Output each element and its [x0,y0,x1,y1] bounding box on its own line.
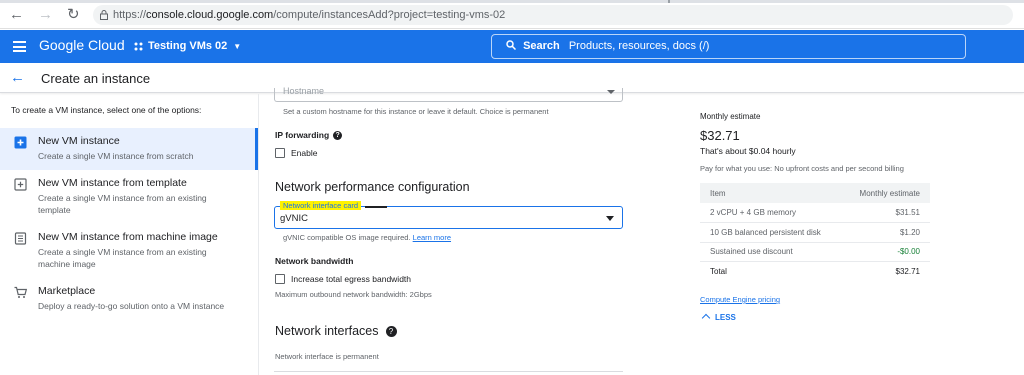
back-arrow-icon[interactable]: ← [10,69,25,86]
option-vm-from-machine-image[interactable]: New VM instance from machine image Creat… [0,224,258,274]
menu-icon[interactable] [13,41,26,52]
ip-forwarding-label: IP forwarding? [275,130,343,141]
search-placeholder: Products, resources, docs (/) [568,40,710,52]
nic-floating-label: Network interface card [280,201,362,210]
option-title: New VM instance from template [38,177,187,189]
item-cell: 2 vCPU + 4 GB memory [700,203,843,223]
column-header: Item [700,183,843,203]
dropdown-arrow-icon [606,216,614,221]
cost-cell: $1.20 [842,222,930,243]
nic-selected-value: gVNIC [280,213,308,224]
option-title: New VM instance [38,135,120,147]
search-label: Search [523,40,560,52]
app-bar: Google Cloud Testing VMs 02 ▼ Search Pro… [0,30,1024,63]
browser-forward-icon[interactable]: → [38,7,53,22]
network-interface-card-select[interactable]: Network interface card gVNIC [274,201,623,229]
help-icon[interactable]: ? [385,326,397,338]
network-interfaces-title-text: Network interfaces [275,324,379,338]
help-icon[interactable]: ? [333,131,343,141]
compute-engine-pricing-link[interactable]: Compute Engine pricing [700,295,780,304]
hostname-placeholder: Hostname [283,86,325,96]
cost-cell: -$0.00 [842,242,930,262]
tab-divider [668,0,670,3]
total-value: $32.71 [895,267,920,276]
bandwidth-hint: Maximum outbound network bandwidth: 2Gbp… [275,290,432,299]
option-desc: Deploy a ready-to-go solution onto a VM … [38,301,225,311]
option-vm-from-template[interactable]: New VM instance from template Create a s… [0,170,258,220]
url-host: console.cloud.google.com [146,9,274,21]
estimate-title: Monthly estimate [700,112,761,121]
egress-bandwidth-checkbox[interactable] [275,274,285,284]
total-label: Total [710,267,727,276]
ip-forwarding-checkbox-label[interactable]: Enable [291,148,317,158]
egress-bandwidth-checkbox-label[interactable]: Increase total egress bandwidth [291,274,411,284]
network-interfaces-title: Network interfaces? [275,324,397,338]
address-bar[interactable]: https://console.cloud.google.com/compute… [93,5,1013,25]
url-path: /compute/instancesAdd?project=testing-vm… [273,9,506,21]
ip-forwarding-label-text: IP forwarding [275,130,330,140]
table-row: Sustained use discount -$0.00 [700,242,930,262]
item-cell: Sustained use discount [700,242,843,262]
creation-options-panel: To create a VM instance, select one of t… [0,94,259,375]
network-bandwidth-label: Network bandwidth [275,256,354,266]
url-prefix: https:// [113,9,147,21]
browser-reload-icon[interactable]: ↻ [67,7,80,22]
option-desc: Create a single VM instance from scratch [38,151,194,161]
project-icon [134,42,143,50]
template-icon [14,178,27,191]
option-desc: Create a single VM instance from an exis… [38,193,207,215]
total-row: Total $32.71 [700,262,930,282]
page-title: Create an instance [41,71,151,86]
options-intro: To create a VM instance, select one of t… [11,105,202,115]
divider [274,371,623,372]
instance-form: Hostname Set a custom hostname for this … [274,86,634,375]
billing-note: Pay for what you use: No upfront costs a… [700,164,904,173]
project-name: Testing VMs 02 [148,40,228,52]
dropdown-arrow-icon [607,90,615,94]
brand-logo[interactable]: Google Cloud [39,37,125,53]
search-icon [506,40,517,51]
table-row: 10 GB balanced persistent disk $1.20 [700,222,930,243]
estimate-table: Item Monthly estimate 2 vCPU + 4 GB memo… [700,183,930,281]
ip-forwarding-checkbox[interactable] [275,148,285,158]
browser-back-icon[interactable]: ← [9,7,24,22]
option-new-vm-instance[interactable]: New VM instance Create a single VM insta… [0,128,258,170]
table-header-row: Item Monthly estimate [700,183,930,203]
estimate-hourly: That's about $0.04 hourly [700,146,796,156]
chevron-up-icon [701,313,711,323]
interfaces-hint: Network interface is permanent [275,352,379,361]
option-marketplace[interactable]: Marketplace Deploy a ready-to-go solutio… [0,278,258,318]
browser-toolbar: ← → ↻ https://console.cloud.google.com/c… [0,0,1024,29]
option-title: Marketplace [38,285,96,297]
highlight-underline [365,206,387,208]
less-toggle[interactable]: LESS [701,313,736,323]
nic-hint-text: gVNIC compatible OS image required. [283,233,411,242]
add-box-icon [14,136,27,149]
item-cell: 10 GB balanced persistent disk [700,222,843,243]
column-header: Monthly estimate [842,183,930,203]
nic-hint: gVNIC compatible OS image required. Lear… [283,233,451,242]
cost-cell: $31.51 [842,203,930,223]
table-row: 2 vCPU + 4 GB memory $31.51 [700,203,930,223]
less-label: LESS [715,313,736,322]
learn-more-link[interactable]: Learn more [413,233,451,242]
dropdown-caret-icon: ▼ [233,41,242,51]
option-desc: Create a single VM instance from an exis… [38,247,207,269]
hostname-hint: Set a custom hostname for this instance … [283,107,549,116]
search-bar[interactable]: Search Products, resources, docs (/) [491,34,966,59]
machine-image-icon [14,232,27,245]
tab-strip [0,0,1024,3]
option-title: New VM instance from machine image [38,231,218,243]
cart-icon [14,286,27,298]
hostname-input[interactable]: Hostname [274,86,623,102]
lock-icon [100,10,108,20]
estimate-price: $32.71 [700,128,740,143]
project-picker[interactable]: Testing VMs 02 ▼ [134,40,241,52]
network-performance-title: Network performance configuration [275,180,470,194]
